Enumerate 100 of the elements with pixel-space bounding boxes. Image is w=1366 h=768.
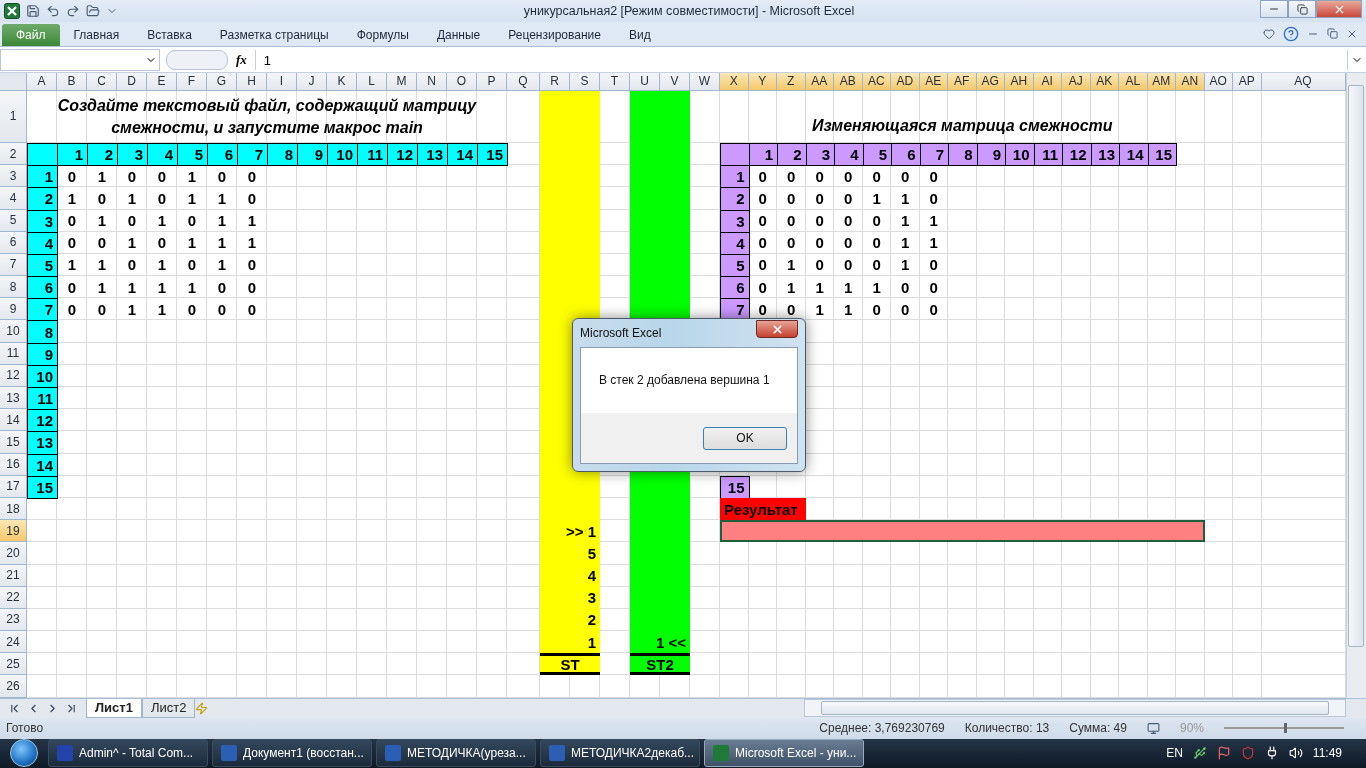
- ribbon-tab[interactable]: Главная: [59, 23, 134, 46]
- ok-button[interactable]: OK: [703, 426, 787, 450]
- matrix-value: 0: [66, 211, 78, 232]
- matrix-value: 0: [96, 233, 108, 254]
- row-number: 3: [27, 209, 58, 233]
- vertical-scrollbar[interactable]: [1345, 72, 1366, 698]
- taskbar-item[interactable]: Документ1 (восстан...: [212, 739, 372, 768]
- shield-icon[interactable]: [1240, 746, 1255, 761]
- taskbar-item[interactable]: Admin^ - Total Com...: [48, 739, 208, 768]
- row-header[interactable]: 7: [0, 253, 27, 277]
- matrix-value: 1: [871, 277, 882, 298]
- ribbon-tab[interactable]: Данные: [422, 23, 495, 46]
- row-header[interactable]: 12: [0, 364, 27, 387]
- save-icon[interactable]: [26, 3, 40, 18]
- matrix-value: 1: [66, 188, 78, 209]
- column-number: 12: [1062, 142, 1092, 167]
- normal-view-icon[interactable]: [1146, 721, 1160, 735]
- row-number: 14: [27, 453, 58, 477]
- row-header[interactable]: 3: [0, 165, 27, 188]
- row-header[interactable]: 24: [0, 631, 27, 654]
- row-header[interactable]: 18: [0, 497, 27, 521]
- row-header[interactable]: 11: [0, 342, 27, 365]
- row-header[interactable]: 6: [0, 231, 27, 254]
- taskbar-item[interactable]: МЕТОДИЧКА(уреза...: [376, 739, 536, 768]
- row-header[interactable]: 22: [0, 586, 27, 609]
- row-header[interactable]: 4: [0, 187, 27, 210]
- ribbon-tab[interactable]: Формулы: [342, 23, 423, 46]
- row-header[interactable]: 8: [0, 276, 27, 299]
- horizontal-scrollbar[interactable]: [804, 699, 1346, 718]
- undo-icon[interactable]: [46, 3, 60, 18]
- row-header[interactable]: 13: [0, 387, 27, 410]
- matrix-value: 0: [246, 255, 258, 276]
- help-icon[interactable]: [1283, 25, 1299, 42]
- matrix-value: 0: [871, 166, 882, 187]
- usb-icon[interactable]: [1192, 746, 1207, 761]
- insert-function-button[interactable]: fx: [228, 50, 256, 71]
- row-header[interactable]: 2: [0, 142, 27, 166]
- volume-icon[interactable]: [1288, 746, 1303, 761]
- close-button[interactable]: [756, 320, 798, 338]
- ribbon-tab[interactable]: Вставка: [133, 23, 206, 46]
- status-count: Количество: 13: [964, 721, 1050, 736]
- row-header[interactable]: 25: [0, 653, 27, 676]
- matrix-value: 0: [66, 299, 78, 320]
- row-header[interactable]: 10: [0, 320, 27, 343]
- matrix-value: 0: [186, 255, 198, 276]
- matrix-value: 1: [871, 188, 882, 209]
- taskbar-item[interactable]: МЕТОДИЧКА2декаб...: [540, 739, 700, 768]
- minimize-button[interactable]: [1260, 0, 1288, 18]
- row-header[interactable]: 20: [0, 542, 27, 565]
- row-number: 4: [27, 231, 58, 255]
- stack-label: ST: [540, 653, 600, 676]
- restore-icon: [1296, 3, 1308, 15]
- matrix-value: 1: [156, 277, 168, 298]
- row-header[interactable]: 5: [0, 209, 27, 232]
- row-header[interactable]: 26: [0, 675, 27, 698]
- formula-bar-handle[interactable]: [166, 50, 228, 71]
- matrix-value: 0: [96, 188, 108, 209]
- zoom-slider-thumb[interactable]: [1284, 723, 1287, 734]
- dialog-message: В стек 2 добавлена вершина 1: [598, 372, 771, 389]
- matrix-value: 0: [843, 188, 854, 209]
- sheet-tab[interactable]: Лист2: [141, 698, 196, 718]
- heart-icon[interactable]: [1263, 27, 1275, 40]
- matrix-value: 1: [900, 233, 911, 254]
- row-number: 12: [27, 409, 58, 433]
- ribbon-tab[interactable]: Вид: [614, 23, 665, 46]
- restore-icon[interactable]: [1327, 28, 1338, 39]
- sheet-tab[interactable]: Лист1: [86, 698, 142, 718]
- matrix-value: 0: [126, 166, 138, 187]
- row-number: 2: [27, 187, 58, 211]
- matrix-value: 1: [900, 211, 911, 232]
- matrix-value: 1: [928, 211, 939, 232]
- folder-icon[interactable]: [86, 3, 100, 18]
- matrix-value: 0: [757, 211, 768, 232]
- row-header[interactable]: 15: [0, 431, 27, 454]
- document-icon: [549, 745, 565, 762]
- ribbon-tab[interactable]: Рецензирование: [494, 23, 615, 46]
- row-header[interactable]: 19: [0, 520, 27, 543]
- matrix-value: 0: [814, 233, 825, 254]
- row-header[interactable]: 1: [0, 90, 27, 143]
- row-header[interactable]: 9: [0, 298, 27, 321]
- row-header[interactable]: 21: [0, 564, 27, 587]
- matrix-value: 0: [186, 211, 198, 232]
- matrix-value: 1: [786, 255, 797, 276]
- taskbar-item[interactable]: Microsoft Excel - уни...: [704, 739, 864, 768]
- redo-icon[interactable]: [66, 3, 80, 18]
- matrix-value: 0: [843, 233, 854, 254]
- flag-icon[interactable]: [1216, 746, 1231, 761]
- row-header[interactable]: 17: [0, 475, 27, 498]
- row-header[interactable]: 23: [0, 608, 27, 632]
- formula-input[interactable]: 1: [255, 50, 1347, 71]
- row-header[interactable]: 16: [0, 453, 27, 476]
- row-number: 1: [27, 165, 58, 189]
- matrix-value: 1: [156, 211, 168, 232]
- row-number: 3: [720, 209, 750, 233]
- ribbon-tab[interactable]: Разметка страницы: [205, 23, 343, 46]
- matrix-value: 0: [126, 211, 138, 232]
- zoom-level: 90%: [1179, 721, 1204, 736]
- language-indicator[interactable]: EN: [1166, 746, 1183, 761]
- row-header[interactable]: 14: [0, 409, 27, 432]
- restore-button[interactable]: [1288, 0, 1316, 18]
